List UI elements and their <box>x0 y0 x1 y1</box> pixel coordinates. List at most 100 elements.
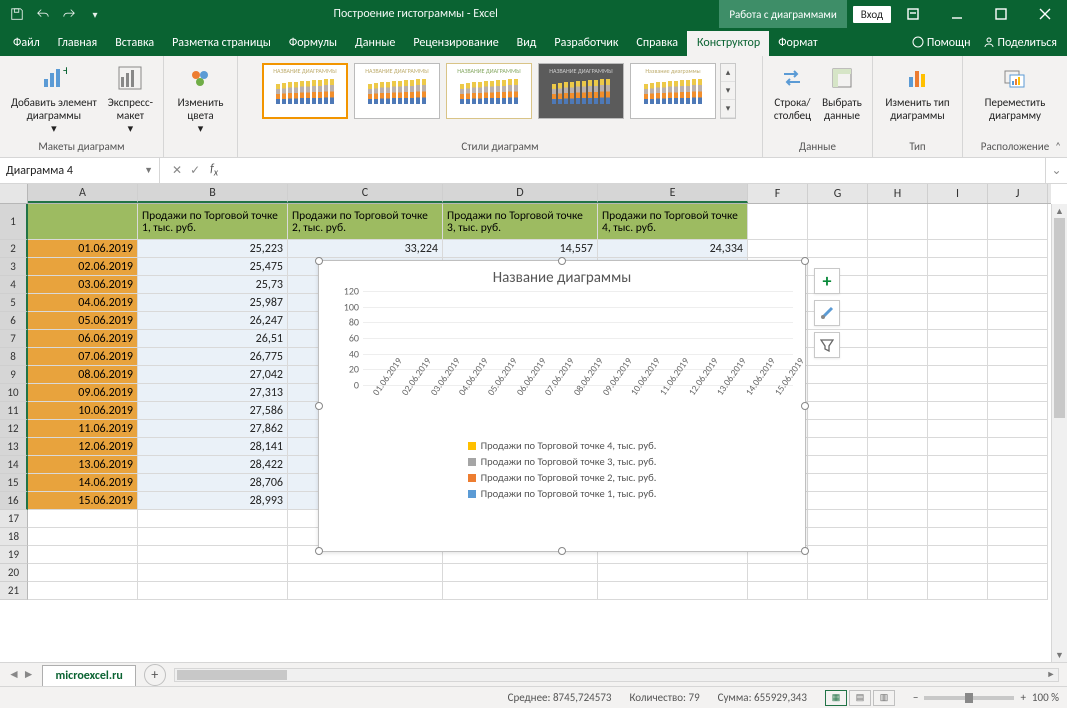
cell[interactable] <box>28 204 138 240</box>
switch-row-col-button[interactable]: Строка/ столбец <box>769 60 816 124</box>
cell[interactable] <box>808 492 868 510</box>
zoom-in-button[interactable]: + <box>1020 691 1025 704</box>
row-header[interactable]: 5 <box>0 294 28 312</box>
chart-title[interactable]: Название диаграммы <box>319 261 805 291</box>
cell[interactable] <box>808 546 868 564</box>
cell[interactable] <box>868 402 928 420</box>
cell[interactable]: 01.06.2019 <box>28 240 138 258</box>
page-layout-view-button[interactable]: ▤ <box>849 690 871 706</box>
worksheet-grid[interactable]: ABCDEFGHIJ 1Продажи по Торговой точке 1,… <box>0 184 1067 662</box>
cell[interactable] <box>928 492 988 510</box>
tab-review[interactable]: Рецензирование <box>404 31 507 56</box>
cell[interactable] <box>988 348 1048 366</box>
column-header-A[interactable]: A <box>28 184 138 203</box>
cell[interactable] <box>988 456 1048 474</box>
cell[interactable]: 12.06.2019 <box>28 438 138 456</box>
cell[interactable] <box>928 528 988 546</box>
chart-styles-button[interactable] <box>814 300 840 326</box>
scrollbar-thumb[interactable] <box>177 670 287 680</box>
cell[interactable] <box>868 384 928 402</box>
cell[interactable]: 15.06.2019 <box>28 492 138 510</box>
cell[interactable] <box>988 474 1048 492</box>
cell[interactable] <box>868 258 928 276</box>
row-header[interactable]: 15 <box>0 474 28 492</box>
qat-customize-icon[interactable]: ▾ <box>84 3 106 25</box>
cell[interactable]: Продажи по Торговой точке 1, тыс. руб. <box>138 204 288 240</box>
cell[interactable] <box>868 240 928 258</box>
cell[interactable]: 25,475 <box>138 258 288 276</box>
tab-home[interactable]: Главная <box>49 31 106 56</box>
cell[interactable]: 08.06.2019 <box>28 366 138 384</box>
minimize-icon[interactable] <box>935 0 979 28</box>
cell[interactable] <box>868 510 928 528</box>
sheet-tab-active[interactable]: microexcel.ru <box>42 665 135 686</box>
cell[interactable] <box>868 294 928 312</box>
cell[interactable]: 06.06.2019 <box>28 330 138 348</box>
cell[interactable] <box>928 510 988 528</box>
cell[interactable] <box>868 456 928 474</box>
tab-view[interactable]: Вид <box>508 31 546 56</box>
cell[interactable] <box>988 294 1048 312</box>
cell[interactable]: 25,987 <box>138 294 288 312</box>
cell[interactable] <box>928 384 988 402</box>
cell[interactable] <box>988 402 1048 420</box>
row-header[interactable]: 12 <box>0 420 28 438</box>
cell[interactable] <box>28 546 138 564</box>
zoom-slider[interactable] <box>924 696 1014 700</box>
row-header[interactable]: 13 <box>0 438 28 456</box>
scrollbar-thumb[interactable] <box>1054 218 1065 418</box>
cell[interactable] <box>443 582 598 600</box>
cell[interactable] <box>443 564 598 582</box>
tell-me-button[interactable]: Помощн <box>912 36 971 50</box>
scroll-right-icon[interactable]: ► <box>1044 669 1058 681</box>
cell[interactable]: Продажи по Торговой точке 2, тыс. руб. <box>288 204 443 240</box>
cell[interactable] <box>138 528 288 546</box>
zoom-out-button[interactable]: − <box>913 691 918 704</box>
expand-formula-bar-icon[interactable]: ⌄ <box>1045 158 1067 183</box>
row-header[interactable]: 11 <box>0 402 28 420</box>
undo-icon[interactable] <box>32 3 54 25</box>
row-header[interactable]: 19 <box>0 546 28 564</box>
cell[interactable] <box>748 564 808 582</box>
row-header[interactable]: 18 <box>0 528 28 546</box>
zoom-control[interactable]: − + 100 % <box>913 691 1059 704</box>
cell[interactable] <box>598 582 748 600</box>
chart-style-4[interactable]: НАЗВАНИЕ ДИАГРАММЫ <box>538 63 624 119</box>
cell[interactable] <box>868 312 928 330</box>
scroll-up-icon[interactable]: ▲ <box>1052 204 1067 218</box>
select-all-corner[interactable] <box>0 184 28 204</box>
row-header[interactable]: 2 <box>0 240 28 258</box>
cell[interactable] <box>988 420 1048 438</box>
tab-insert[interactable]: Вставка <box>106 31 163 56</box>
scroll-down-icon[interactable]: ▼ <box>1052 648 1067 662</box>
tab-help[interactable]: Справка <box>627 31 687 56</box>
cancel-icon[interactable]: ✕ <box>168 163 186 178</box>
column-header-F[interactable]: F <box>748 184 808 203</box>
cell[interactable]: 02.06.2019 <box>28 258 138 276</box>
cell[interactable] <box>868 582 928 600</box>
resize-handle[interactable] <box>315 547 323 555</box>
redo-icon[interactable] <box>58 3 80 25</box>
cell[interactable] <box>988 366 1048 384</box>
chart-style-1[interactable]: НАЗВАНИЕ ДИАГРАММЫ <box>262 63 348 119</box>
styles-gallery-scroll[interactable]: ▴▾▾ <box>720 63 736 119</box>
cell[interactable] <box>288 564 443 582</box>
cell[interactable]: 27,586 <box>138 402 288 420</box>
row-header[interactable]: 9 <box>0 366 28 384</box>
cell[interactable] <box>28 510 138 528</box>
formula-input[interactable] <box>224 158 1045 183</box>
cell[interactable]: 27,862 <box>138 420 288 438</box>
cell[interactable]: 09.06.2019 <box>28 384 138 402</box>
cell[interactable] <box>868 546 928 564</box>
row-header[interactable]: 8 <box>0 348 28 366</box>
cell[interactable] <box>868 492 928 510</box>
row-header[interactable]: 3 <box>0 258 28 276</box>
quick-layout-button[interactable]: Экспресс-макет ▾ <box>104 60 157 137</box>
cell[interactable]: 27,313 <box>138 384 288 402</box>
row-header[interactable]: 17 <box>0 510 28 528</box>
cell[interactable] <box>928 258 988 276</box>
cell[interactable] <box>138 582 288 600</box>
change-colors-button[interactable]: Изменить цвета ▾ <box>170 60 231 137</box>
cell[interactable] <box>928 438 988 456</box>
cell[interactable] <box>928 312 988 330</box>
